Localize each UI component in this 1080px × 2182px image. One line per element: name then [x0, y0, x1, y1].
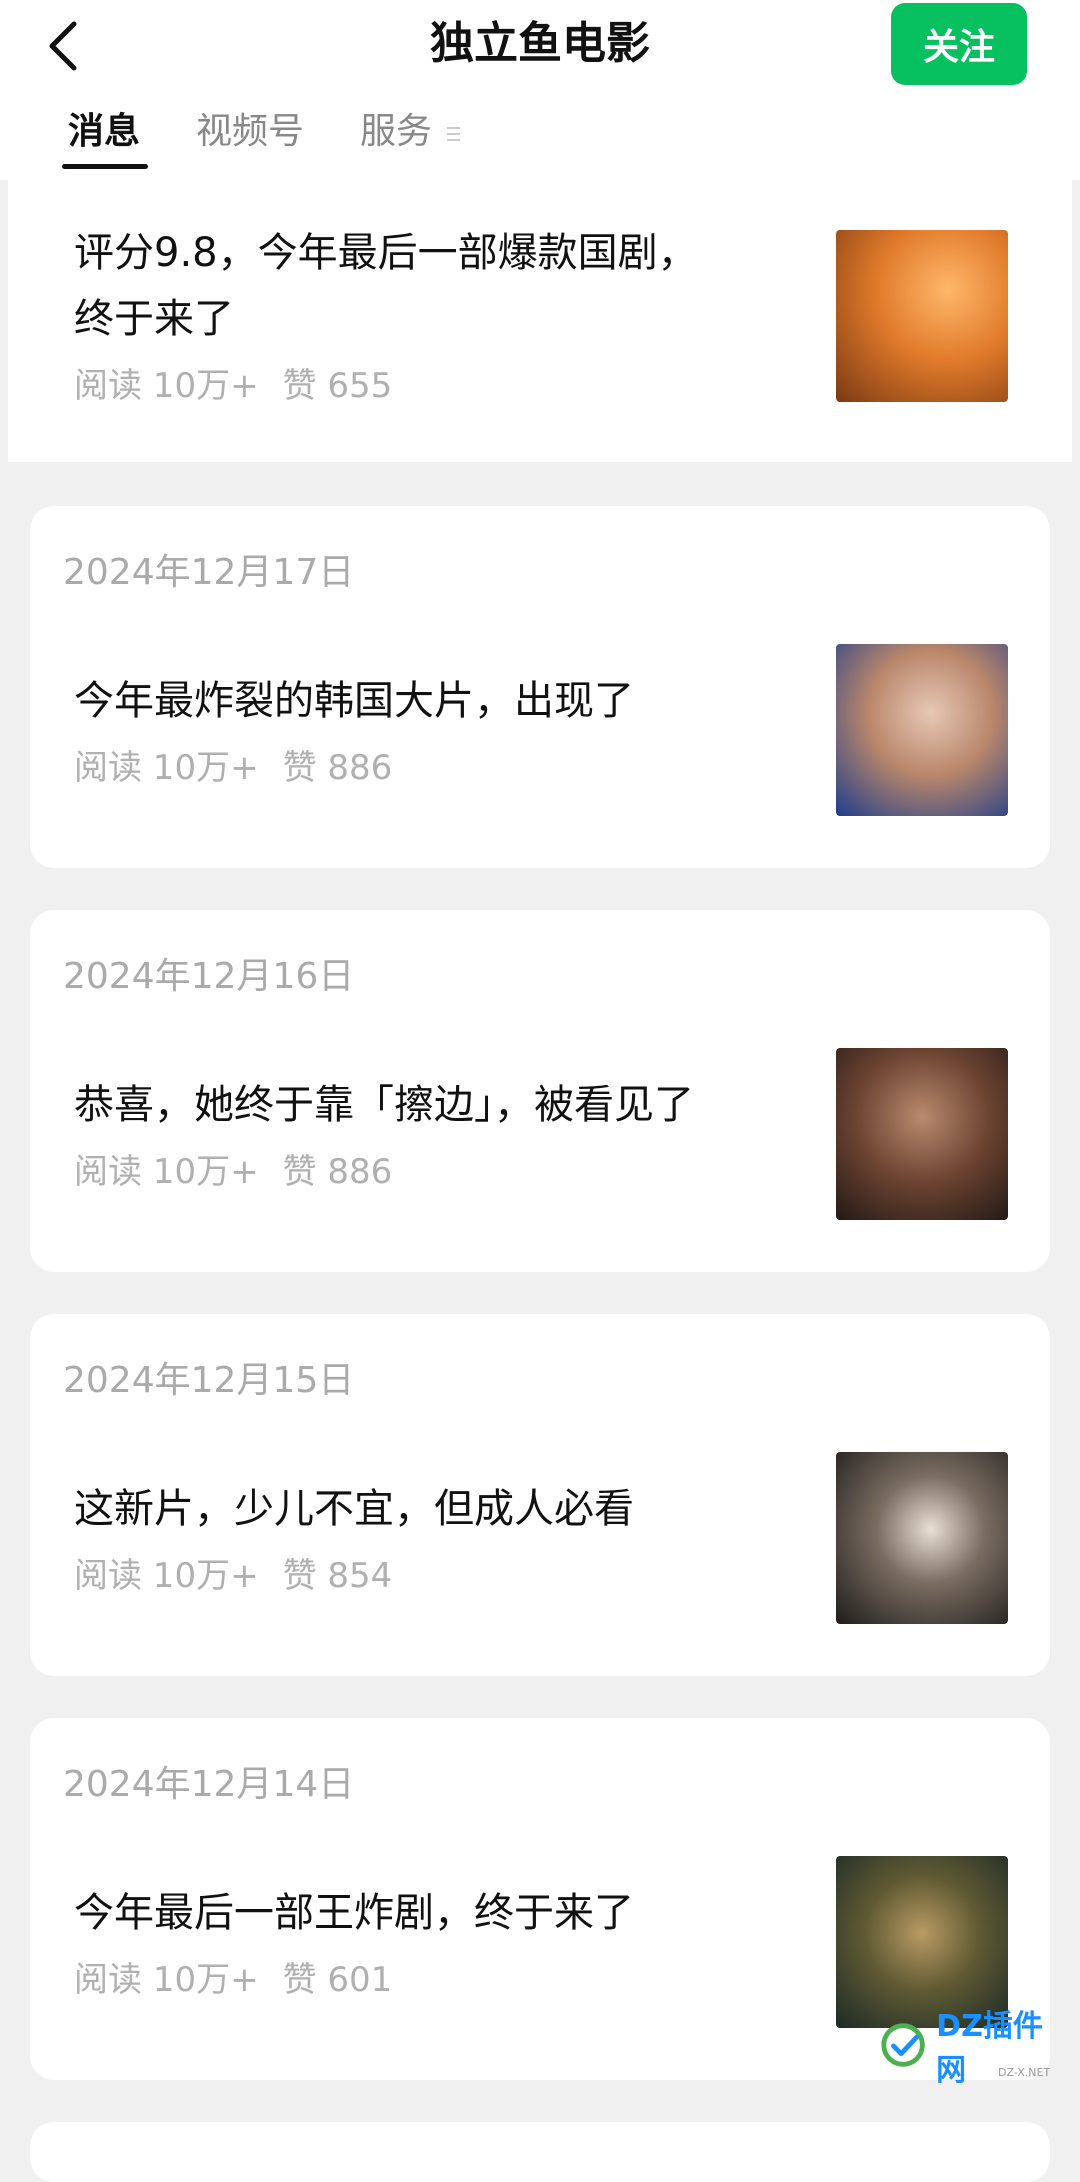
like-count: 赞 655	[282, 366, 393, 406]
like-count: 赞 886	[282, 748, 393, 788]
read-count: 阅读 10万+	[74, 366, 259, 406]
read-count: 阅读 10万+	[74, 1960, 259, 2000]
tab-channels[interactable]: 视频号	[196, 108, 304, 156]
tab-bar: 消息 视频号 服务	[0, 108, 1080, 170]
article-stats: 阅读 10万+ 赞 886	[74, 1150, 392, 1194]
article-title: 今年最后一部王炸剧，终于来了	[74, 1890, 634, 1936]
article-thumbnail[interactable]	[836, 230, 1008, 402]
article-date: 2024年12月16日	[63, 956, 355, 997]
read-count: 阅读 10万+	[74, 1152, 259, 1192]
like-count: 赞 601	[282, 1960, 393, 2000]
article-stats: 阅读 10万+ 赞 886	[74, 746, 392, 790]
tab-messages[interactable]: 消息	[68, 108, 140, 156]
article-card[interactable]: 评分9.8，今年最后一部爆款国剧， 终于来了 阅读 10万+ 赞 655	[8, 180, 1072, 462]
article-card[interactable]: 2024年12月17日 今年最炸裂的韩国大片，出现了 阅读 10万+ 赞 886	[30, 506, 1050, 868]
article-stats: 阅读 10万+ 赞 655	[74, 364, 392, 408]
article-card[interactable]: 2024年12月16日 恭喜，她终于靠「擦边」，被看见了 阅读 10万+ 赞 88…	[30, 910, 1050, 1272]
tab-services-label: 服务	[360, 111, 433, 152]
article-thumbnail[interactable]	[836, 1048, 1008, 1220]
article-thumbnail[interactable]	[836, 1452, 1008, 1624]
tab-active-indicator	[62, 164, 148, 169]
watermark: DZ插件网 DZ-X.NET	[878, 2000, 1068, 2090]
like-count: 赞 886	[282, 1152, 393, 1192]
article-card[interactable]: 2024年12月15日 这新片，少儿不宜，但成人必看 阅读 10万+ 赞 854	[30, 1314, 1050, 1676]
like-count: 赞 854	[282, 1556, 393, 1596]
article-card-partial	[30, 2122, 1050, 2182]
article-title: 这新片，少儿不宜，但成人必看	[74, 1486, 634, 1532]
article-stats: 阅读 10万+ 赞 854	[74, 1554, 392, 1598]
article-title: 恭喜，她终于靠「擦边」，被看见了	[74, 1082, 694, 1128]
article-date: 2024年12月17日	[63, 552, 355, 593]
watermark-logo-icon	[881, 2023, 925, 2067]
top-bar: 独立鱼电影 关注 消息 视频号 服务	[0, 0, 1080, 180]
menu-icon[interactable]	[446, 124, 462, 144]
article-title: 评分9.8，今年最后一部爆款国剧， 终于来了	[74, 220, 834, 352]
article-thumbnail[interactable]	[836, 644, 1008, 816]
tab-services[interactable]: 服务	[360, 108, 432, 156]
article-title: 今年最炸裂的韩国大片，出现了	[74, 678, 634, 724]
read-count: 阅读 10万+	[74, 1556, 259, 1596]
article-title-line: 评分9.8，今年最后一部爆款国剧，	[74, 230, 698, 276]
follow-button[interactable]: 关注	[891, 3, 1027, 85]
watermark-subtext: DZ-X.NET	[998, 2066, 1051, 2079]
article-title-line: 终于来了	[74, 296, 234, 342]
read-count: 阅读 10万+	[74, 748, 259, 788]
article-date: 2024年12月14日	[63, 1764, 355, 1805]
article-date: 2024年12月15日	[63, 1360, 355, 1401]
article-stats: 阅读 10万+ 赞 601	[74, 1958, 392, 2002]
